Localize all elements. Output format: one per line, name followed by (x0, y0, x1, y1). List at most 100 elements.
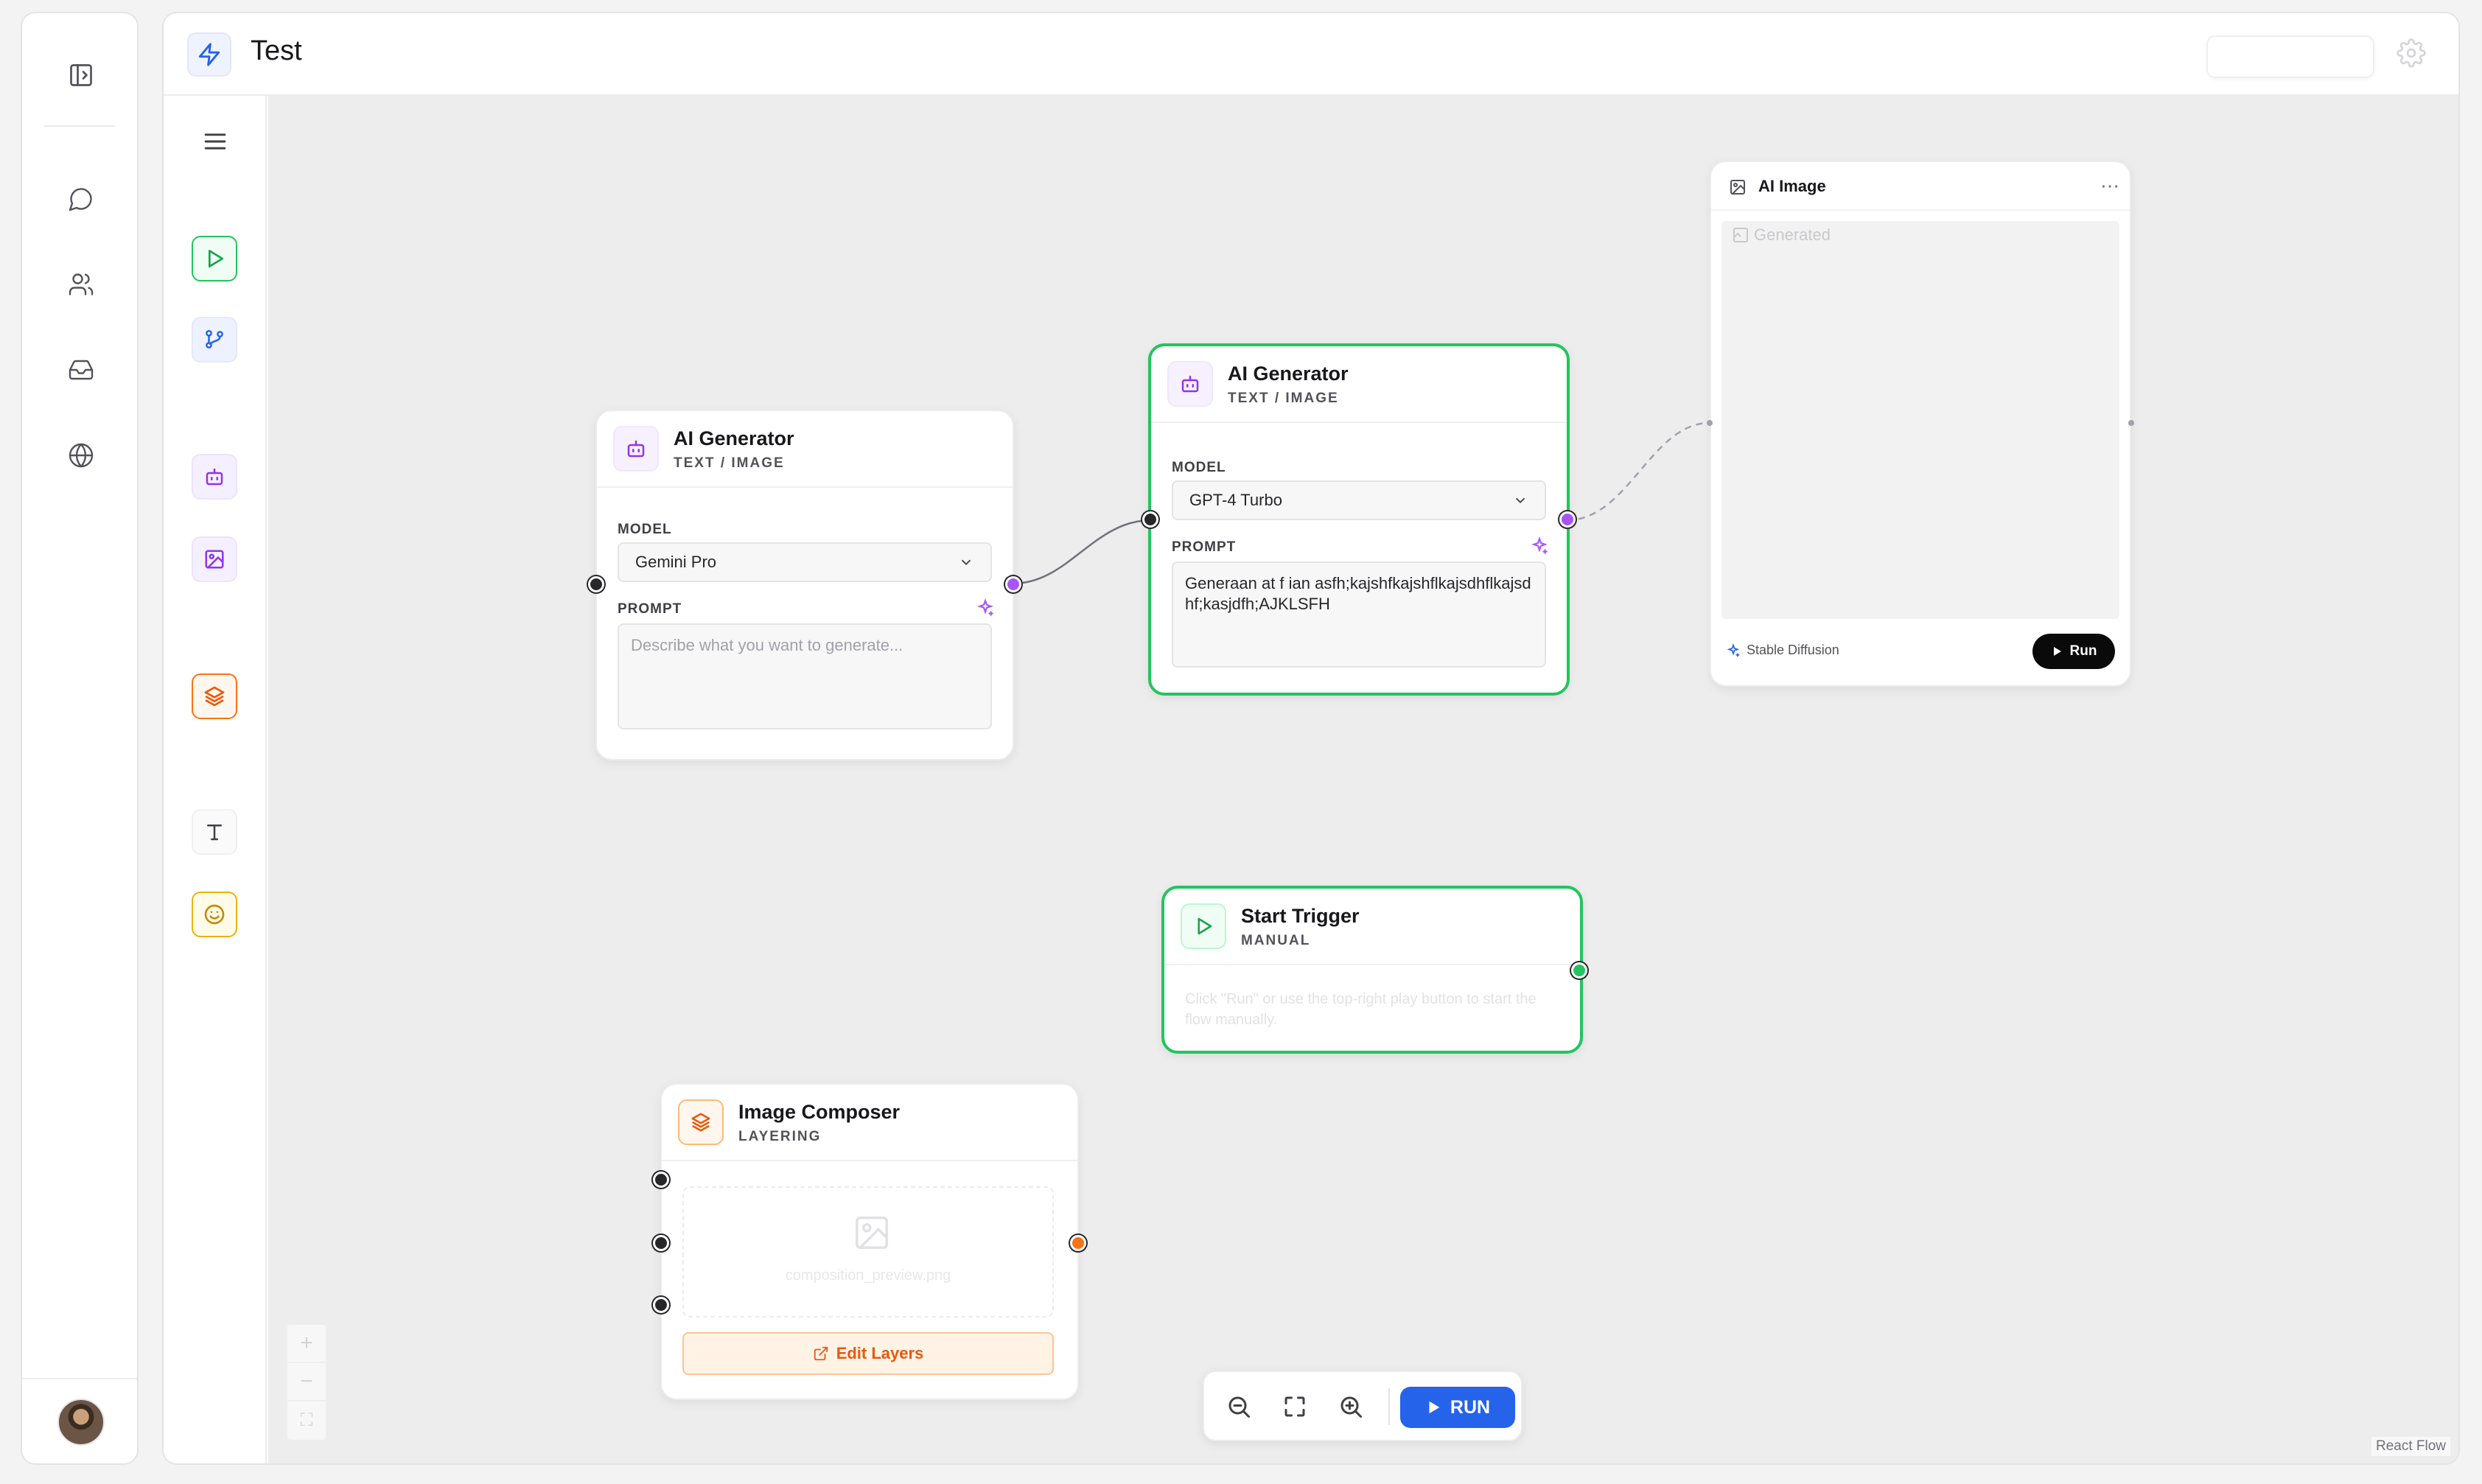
palette-start-trigger[interactable] (192, 236, 237, 281)
palette-image-composer[interactable] (192, 673, 237, 719)
node-subtitle: TEXT / IMAGE (674, 455, 785, 471)
input-handle[interactable] (588, 576, 604, 592)
image-icon (1726, 175, 1749, 199)
model-value: Gemini Pro (635, 553, 717, 571)
more-options-icon[interactable]: ⋯ (2100, 176, 2119, 195)
canvas-zoom-controls: + − ⛶ (286, 1323, 327, 1441)
react-flow-attribution[interactable]: React Flow (2371, 1437, 2451, 1456)
output-handle[interactable] (1559, 511, 1576, 528)
zoom-out-icon[interactable] (1222, 1390, 1256, 1424)
node-title: AI Generator (1228, 363, 1349, 385)
chevron-down-icon (961, 559, 971, 566)
prompt-textarea[interactable]: Generaan at f ian asfh;kajshfkajshflkajs… (1172, 561, 1546, 668)
smile-icon (204, 904, 225, 925)
sidebar-toggle-icon[interactable] (59, 53, 103, 97)
text-icon (207, 825, 222, 841)
fit-view-icon[interactable] (1278, 1390, 1312, 1424)
node-divider (1711, 209, 2130, 211)
inbox-icon[interactable] (59, 348, 103, 392)
rail-divider (44, 125, 115, 127)
ai-image-node[interactable]: AI Image ⋯ Generated Stable Diffusion Ru… (1710, 161, 2131, 687)
node-subtitle: MANUAL (1241, 933, 1311, 948)
bot-icon (206, 468, 223, 486)
broken-image-icon (1733, 228, 1748, 242)
start-trigger-node[interactable]: Start Trigger MANUAL Click "Run" or use … (1161, 886, 1583, 1054)
palette-ai-generator[interactable] (192, 454, 237, 500)
flow-toolbar: RUN (1203, 1371, 1523, 1441)
model-select[interactable]: GPT-4 Turbo (1172, 480, 1546, 520)
chevron-down-icon (1515, 497, 1525, 504)
ai-generator-node[interactable]: AI Generator TEXT / IMAGE MODEL Gemini P… (595, 410, 1014, 760)
model-label: MODEL (1172, 460, 1226, 475)
palette-text[interactable] (192, 809, 237, 855)
output-handle[interactable] (2128, 420, 2134, 426)
users-icon[interactable] (59, 262, 103, 307)
layers-icon (678, 1099, 724, 1145)
zoom-in-control[interactable]: + (287, 1325, 326, 1363)
app-rail (21, 12, 139, 1465)
image-composer-node[interactable]: Image Composer LAYERING composition_prev… (660, 1083, 1079, 1400)
node-title: AI Image (1758, 177, 1826, 195)
external-link-icon (814, 1346, 828, 1361)
broken-image: Generated (1732, 225, 1831, 245)
user-avatar[interactable] (57, 1399, 105, 1446)
node-title: AI Generator (674, 427, 794, 449)
sparkle-icon (1727, 643, 1740, 657)
node-header: AI Generator TEXT / IMAGE (597, 411, 1013, 488)
node-palette (164, 96, 267, 1463)
chat-icon[interactable] (59, 177, 103, 221)
page-title: Test (251, 35, 302, 66)
input-handle[interactable] (1142, 511, 1158, 528)
node-subtitle: TEXT / IMAGE (1228, 391, 1339, 406)
sparkle-icon[interactable] (976, 598, 995, 617)
editor-header: Test (164, 13, 2458, 96)
node-subtitle: LAYERING (738, 1129, 822, 1144)
palette-emoji[interactable] (192, 892, 237, 937)
ai-generator-node[interactable]: AI Generator TEXT / IMAGE MODEL GPT-4 Tu… (1148, 343, 1570, 696)
output-handle[interactable] (1571, 962, 1587, 979)
model-label: MODEL (618, 522, 672, 537)
input-handle[interactable] (653, 1297, 669, 1313)
lightning-icon (187, 32, 231, 77)
trigger-description: Click "Run" or use the top-right play bu… (1185, 991, 1537, 1028)
play-icon (1429, 1401, 1440, 1414)
rail-divider-bottom (22, 1378, 137, 1379)
fit-view-control[interactable]: ⛶ (287, 1401, 326, 1440)
input-handle[interactable] (653, 1235, 669, 1251)
layers-icon (204, 686, 225, 707)
bot-icon (1167, 361, 1213, 407)
run-node-button[interactable]: Run (2032, 634, 2115, 669)
image-icon (205, 550, 224, 569)
node-title: Image Composer (738, 1101, 901, 1123)
play-icon (1181, 903, 1226, 949)
menu-icon[interactable] (199, 125, 231, 158)
header-action-button[interactable] (2206, 35, 2374, 78)
generated-image: Generated (1721, 221, 2119, 619)
node-title: Start Trigger (1241, 905, 1360, 927)
sparkle-icon[interactable] (1530, 536, 1549, 556)
output-handle[interactable] (1070, 1235, 1086, 1251)
image-icon (852, 1213, 892, 1253)
prompt-textarea[interactable]: Describe what you want to generate... (618, 623, 992, 729)
output-handle[interactable] (1005, 576, 1021, 592)
composition-preview[interactable]: composition_preview.png (682, 1186, 1054, 1317)
preview-filename: composition_preview.png (785, 1267, 951, 1284)
play-icon (2053, 647, 2061, 656)
edit-layers-button[interactable]: Edit Layers (682, 1332, 1054, 1375)
palette-ai-image[interactable] (192, 536, 237, 582)
prompt-label: PROMPT (618, 601, 682, 617)
globe-icon[interactable] (59, 433, 103, 477)
node-header: Start Trigger MANUAL (1164, 889, 1580, 965)
palette-branch[interactable] (192, 317, 237, 363)
run-flow-button[interactable]: RUN (1400, 1387, 1515, 1428)
input-handle[interactable] (653, 1172, 669, 1188)
provider-label: Stable Diffusion (1726, 643, 1839, 658)
toolbar-divider (1388, 1388, 1390, 1425)
gear-icon[interactable] (2397, 38, 2430, 72)
zoom-in-icon[interactable] (1334, 1390, 1368, 1424)
zoom-out-control[interactable]: − (287, 1363, 326, 1401)
model-select[interactable]: Gemini Pro (618, 542, 992, 582)
input-handle[interactable] (1707, 420, 1713, 426)
bot-icon (613, 426, 659, 472)
play-icon (209, 250, 223, 267)
